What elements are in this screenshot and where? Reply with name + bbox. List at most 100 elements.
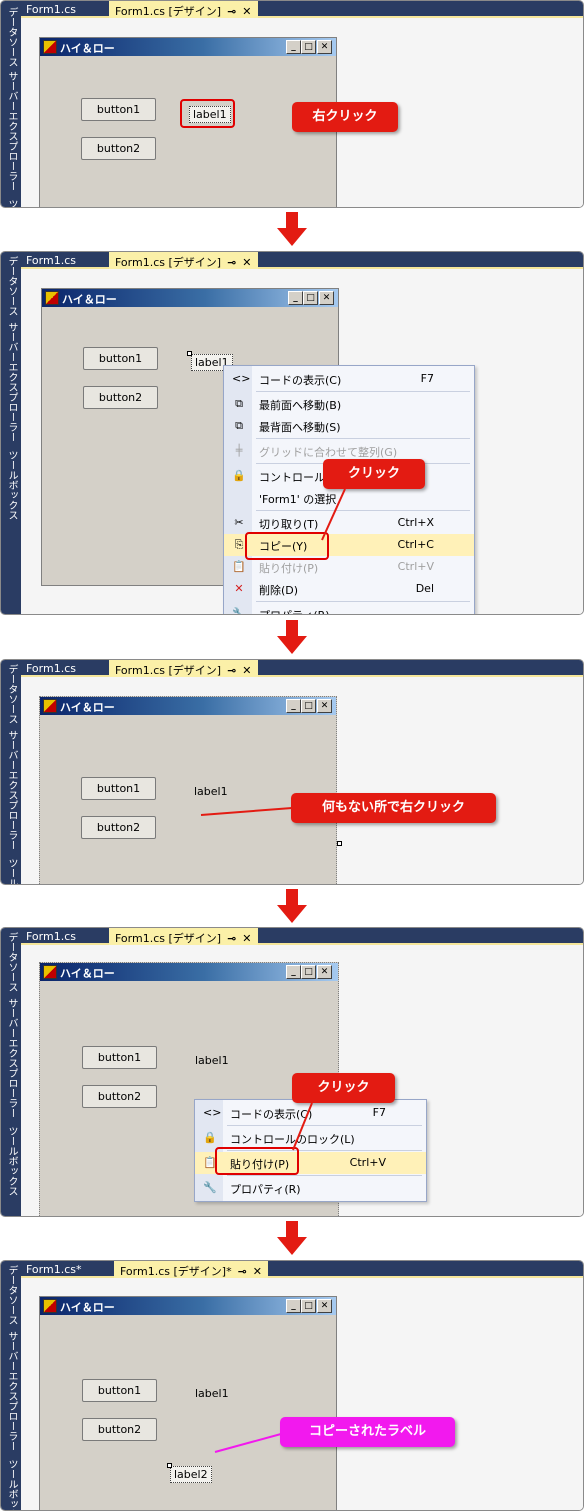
button2[interactable]: button2 [82, 1418, 157, 1441]
tab-code[interactable]: Form1.cs [21, 928, 109, 945]
button1[interactable]: button1 [83, 347, 158, 370]
minimize-button[interactable]: _ [286, 699, 301, 713]
tab-design[interactable]: Form1.cs [デザイン] ⊸ ✕ [109, 660, 258, 677]
minimize-button[interactable]: _ [288, 291, 303, 305]
close-icon[interactable]: ✕ [242, 664, 251, 677]
tab-design-label: Form1.cs [デザイン] [115, 256, 222, 269]
resize-handle[interactable] [187, 351, 192, 356]
menu2-item[interactable]: 🔒 コントロールのロック(L) [195, 1127, 426, 1149]
button1[interactable]: button1 [81, 98, 156, 121]
menu1-item-icon: ⧉ [235, 419, 243, 432]
maximize-button[interactable]: □ [301, 699, 316, 713]
menu-separator [227, 1125, 422, 1126]
label1[interactable]: label1 [195, 1387, 229, 1400]
sidebar-server-explorer[interactable]: サーバーエクスプローラー [4, 998, 19, 1118]
form-close-button[interactable]: ✕ [317, 965, 332, 979]
pin-icon[interactable]: ⊸ [227, 5, 236, 18]
sidebar: データソース サーバーエクスプローラー ツールボックス [1, 252, 21, 614]
pin-icon[interactable]: ⊸ [227, 664, 236, 677]
form-window[interactable]: ハイ＆ロー _ □ ✕ button1 button2 label1 label… [39, 1296, 337, 1510]
sidebar-data-sources[interactable]: データソース [4, 664, 19, 724]
menu1-item[interactable]: <> コードの表示(C) F7 [224, 368, 474, 390]
sidebar-data-sources[interactable]: データソース [4, 932, 19, 992]
maximize-button[interactable]: □ [301, 965, 316, 979]
form-titlebar[interactable]: ハイ＆ロー _ □ ✕ [40, 1297, 336, 1315]
menu1-item-shortcut: Ctrl+X [397, 516, 434, 529]
menu-separator [256, 391, 470, 392]
maximize-button[interactable]: □ [301, 40, 316, 54]
menu1-item[interactable]: ✕ 削除(D) Del [224, 578, 474, 600]
tab-code[interactable]: Form1.cs [21, 252, 109, 269]
resize-handle[interactable] [337, 841, 342, 846]
sidebar-toolbox[interactable]: ツールボックス [4, 1126, 19, 1196]
tab-code[interactable]: Form1.cs [21, 660, 109, 677]
menu1-item[interactable]: ✂ 切り取り(T) Ctrl+X [224, 512, 474, 534]
callout-copied-label: コピーされたラベル [280, 1417, 455, 1447]
button2[interactable]: button2 [81, 137, 156, 160]
step2-panel: データソース サーバーエクスプローラー ツールボックス Form1.cs For… [0, 251, 584, 615]
tab-design[interactable]: Form1.cs [デザイン]* ⊸ ✕ [114, 1261, 269, 1278]
button1[interactable]: button1 [82, 1379, 157, 1402]
sidebar-server-explorer[interactable]: サーバーエクスプローラー [4, 1331, 19, 1451]
sidebar-toolbox[interactable]: ツールボックス [4, 1459, 19, 1510]
close-icon[interactable]: ✕ [242, 932, 251, 945]
sidebar-toolbox[interactable]: ツールボックス [4, 199, 19, 207]
sidebar-data-sources[interactable]: データソース [4, 1265, 19, 1325]
tab-design[interactable]: Form1.cs [デザイン] ⊸ ✕ [109, 252, 258, 269]
tab-code[interactable]: Form1.cs* [21, 1261, 109, 1278]
sidebar-server-explorer[interactable]: サーバーエクスプローラー [4, 730, 19, 850]
maximize-button[interactable]: □ [301, 1299, 316, 1313]
app-icon [43, 40, 57, 54]
button2[interactable]: button2 [81, 816, 156, 839]
button2[interactable]: button2 [83, 386, 158, 409]
menu1-item[interactable]: ⧉ 最前面へ移動(B) [224, 393, 474, 415]
button1[interactable]: button1 [81, 777, 156, 800]
sidebar-toolbox[interactable]: ツールボックス [4, 858, 19, 884]
button1[interactable]: button1 [82, 1046, 157, 1069]
label1[interactable]: label1 [194, 785, 228, 798]
tab-design[interactable]: Form1.cs [デザイン] ⊸ ✕ [109, 928, 258, 945]
close-icon[interactable]: ✕ [253, 1265, 262, 1278]
resize-handle[interactable] [167, 1463, 172, 1468]
pin-icon[interactable]: ⊸ [227, 256, 236, 269]
menu2-item[interactable]: <> コードの表示(C) F7 [195, 1102, 426, 1124]
menu1-item-label: コードの表示(C) [259, 374, 342, 387]
design-surface[interactable]: ハイ＆ロー _ □ ✕ button1 button2 label1 [21, 679, 583, 884]
form-titlebar[interactable]: ハイ＆ロー _ □ ✕ [40, 697, 336, 715]
label2[interactable]: label2 [170, 1466, 212, 1483]
highlight-copy-item [245, 532, 329, 560]
close-icon[interactable]: ✕ [242, 5, 251, 18]
label1[interactable]: label1 [195, 1054, 229, 1067]
form-titlebar[interactable]: ハイ＆ロー _ □ ✕ [42, 289, 338, 307]
form-window[interactable]: ハイ＆ロー _ □ ✕ button1 button2 label1 [39, 696, 337, 884]
menu2-item[interactable]: 🔧 プロパティ(R) [195, 1177, 426, 1199]
minimize-button[interactable]: _ [286, 40, 301, 54]
form-close-button[interactable]: ✕ [317, 699, 332, 713]
menu1-item[interactable]: 🔧 プロパティ(R) [224, 603, 474, 614]
sidebar-server-explorer[interactable]: サーバーエクスプローラー [4, 322, 19, 442]
sidebar: データソース サーバーエクスプローラー ツールボックス [1, 1, 21, 207]
design-surface[interactable]: ハイ＆ロー _ □ ✕ button1 button2 label1 label… [21, 1280, 583, 1510]
sidebar-toolbox[interactable]: ツールボックス [4, 450, 19, 520]
menu1-item[interactable]: 'Form1' の選択 [224, 487, 474, 509]
form-titlebar[interactable]: ハイ＆ロー _ □ ✕ [40, 963, 338, 981]
sidebar-data-sources[interactable]: データソース [4, 7, 19, 67]
form-close-button[interactable]: ✕ [319, 291, 334, 305]
minimize-button[interactable]: _ [286, 965, 301, 979]
close-icon[interactable]: ✕ [242, 256, 251, 269]
maximize-button[interactable]: □ [303, 291, 318, 305]
tab-code[interactable]: Form1.cs [21, 1, 109, 18]
tab-design[interactable]: Form1.cs [デザイン] ⊸ ✕ [109, 1, 258, 18]
form-close-button[interactable]: ✕ [317, 1299, 332, 1313]
form-close-button[interactable]: ✕ [317, 40, 332, 54]
menu1-item[interactable]: ⧉ 最背面へ移動(S) [224, 415, 474, 437]
sidebar-data-sources[interactable]: データソース [4, 256, 19, 316]
pin-icon[interactable]: ⊸ [238, 1265, 247, 1278]
form-titlebar[interactable]: ハイ＆ロー _ □ ✕ [40, 38, 336, 56]
menu1-item-label: プロパティ(R) [259, 607, 330, 614]
down-arrow-icon [277, 889, 307, 923]
pin-icon[interactable]: ⊸ [227, 932, 236, 945]
sidebar-server-explorer[interactable]: サーバーエクスプローラー [4, 71, 19, 191]
button2[interactable]: button2 [82, 1085, 157, 1108]
minimize-button[interactable]: _ [286, 1299, 301, 1313]
